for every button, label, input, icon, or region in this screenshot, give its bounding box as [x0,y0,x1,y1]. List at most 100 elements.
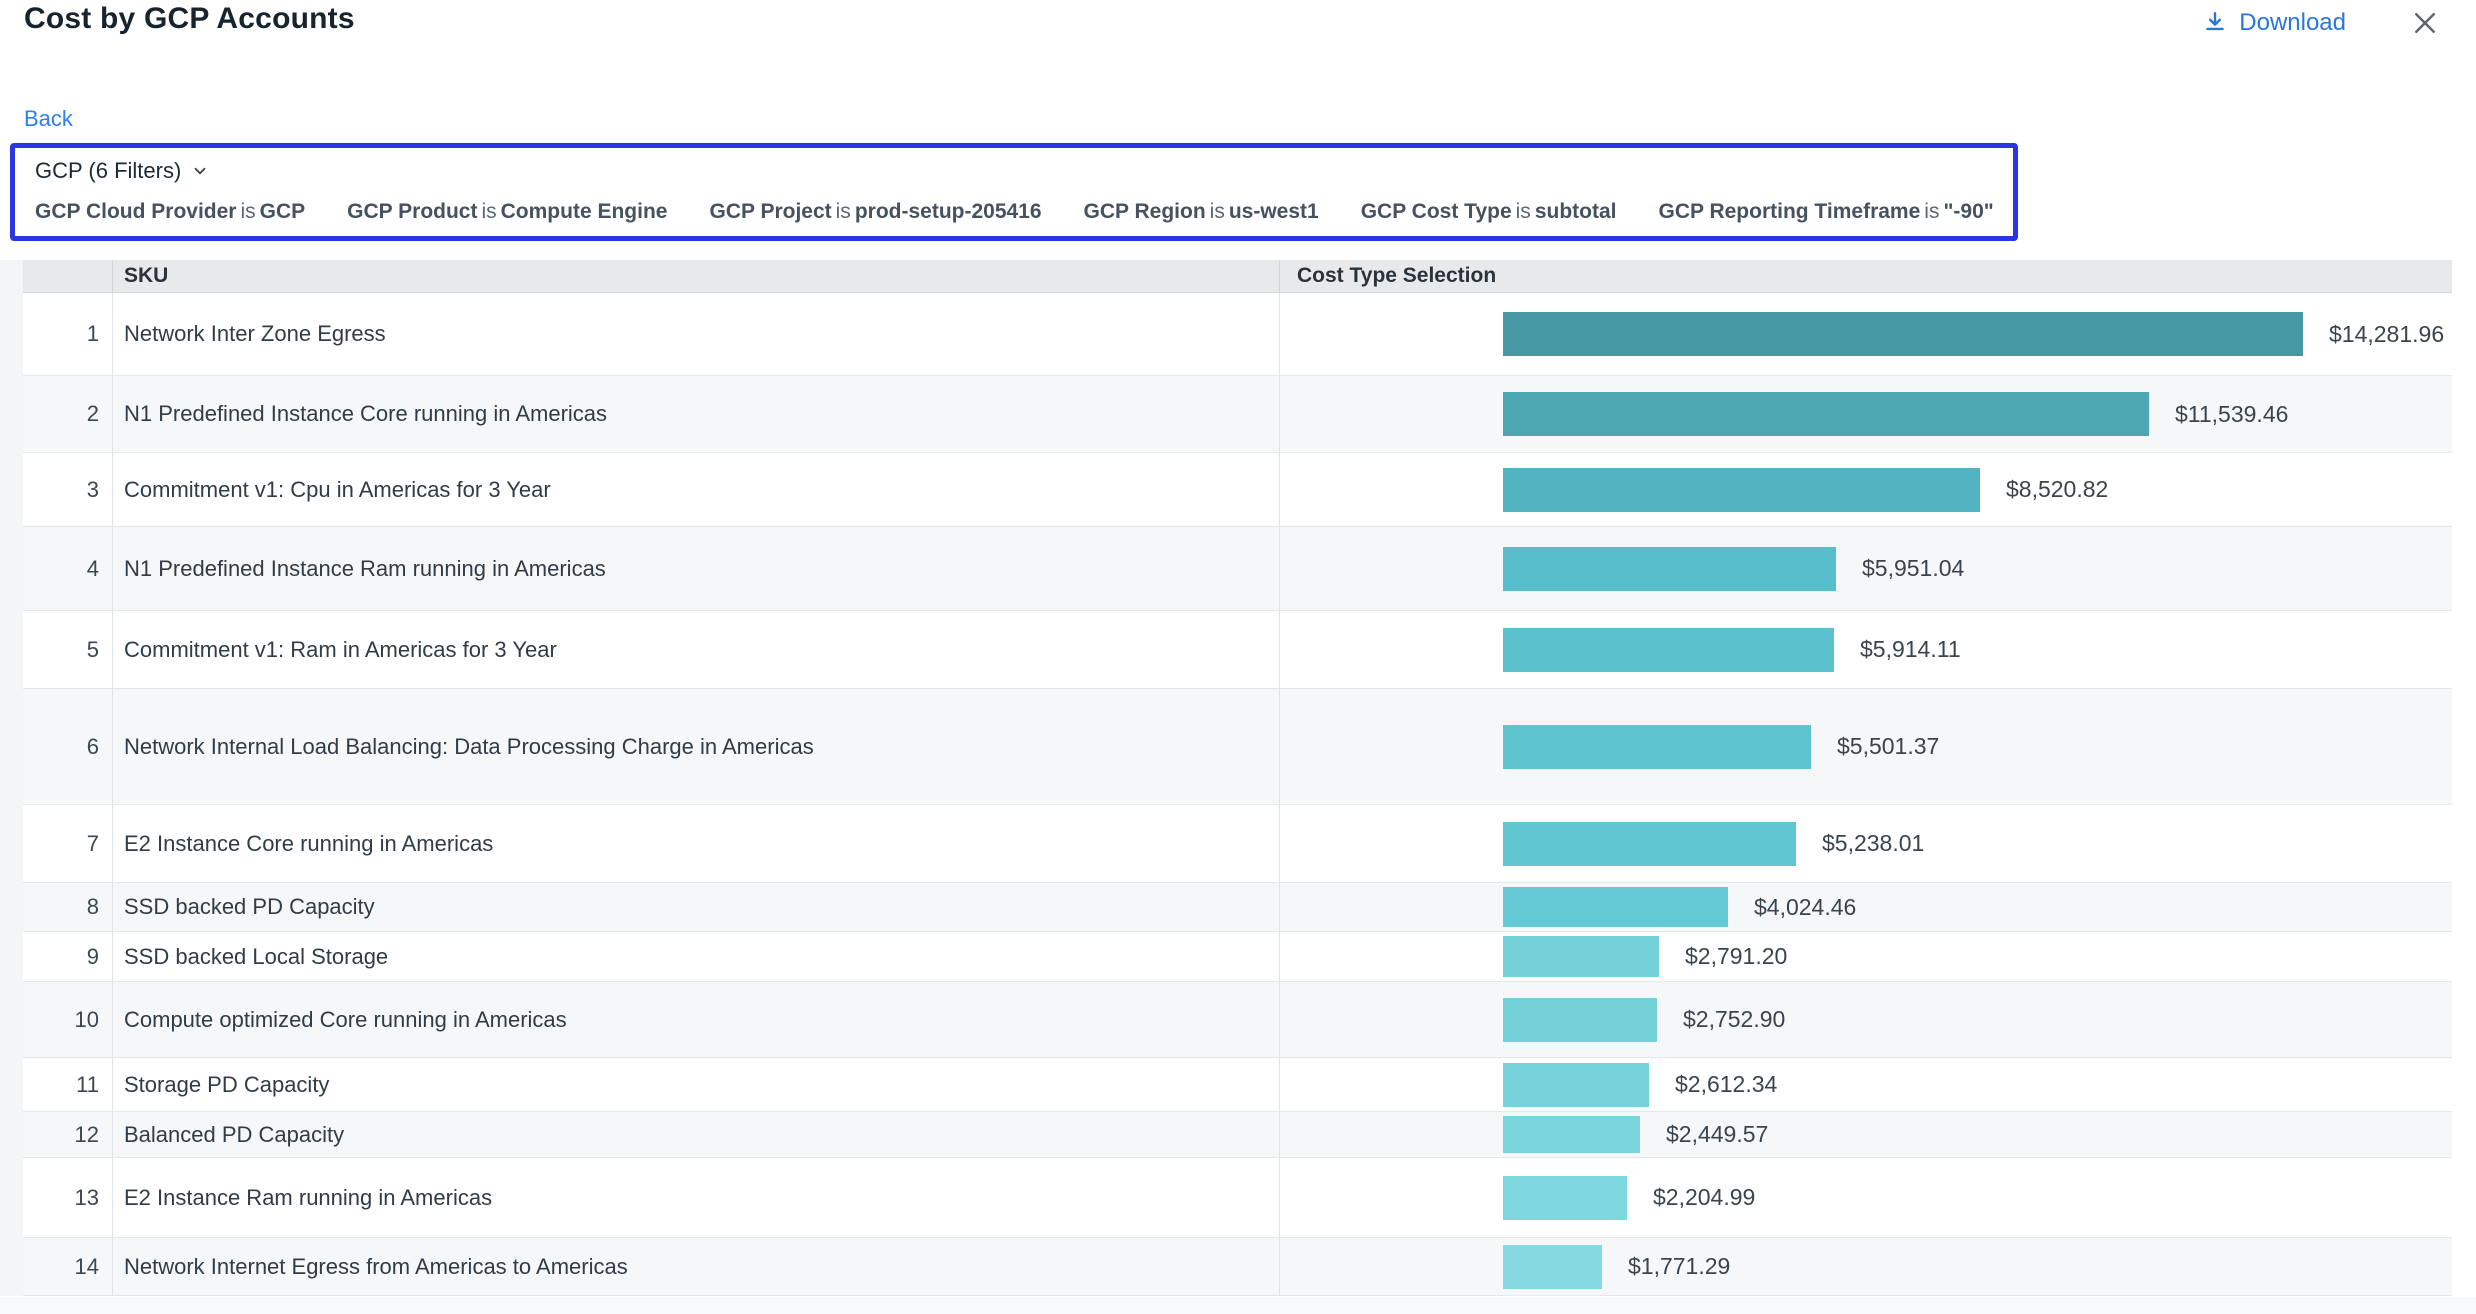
row-sku-label: E2 Instance Ram running in Americas [112,1158,1279,1237]
row-sku-label: SSD backed Local Storage [112,932,1279,981]
filter-value: subtotal [1535,200,1617,223]
table-row[interactable]: 14 Network Internet Egress from Americas… [23,1238,2452,1296]
filters-summary-label: GCP (6 Filters) [35,158,181,184]
cost-bar[interactable] [1503,822,1796,866]
filter-value: prod-setup-205416 [855,200,1042,223]
cost-bar[interactable] [1503,936,1659,977]
filter-chip[interactable]: GCP ProductisCompute Engine [347,200,667,224]
row-sku-label: Commitment v1: Cpu in Americas for 3 Yea… [112,453,1279,526]
cost-bar[interactable] [1503,628,1834,672]
row-cost-cell: $2,204.99 [1279,1158,2452,1237]
table-row[interactable]: 2 N1 Predefined Instance Core running in… [23,376,2452,453]
cost-value-label: $1,771.29 [1628,1253,1730,1280]
cost-bar[interactable] [1503,1116,1640,1153]
row-rank: 4 [23,527,112,610]
filter-chip[interactable]: GCP Cost Typeissubtotal [1361,200,1617,224]
close-button[interactable] [2408,6,2442,40]
filter-field: GCP Region [1084,200,1206,223]
filter-field: GCP Cloud Provider [35,200,236,223]
cost-bar[interactable] [1503,1245,1602,1289]
row-cost-cell: $5,238.01 [1279,805,2452,882]
table-row[interactable]: 12 Balanced PD Capacity $2,449.57 [23,1112,2452,1158]
row-cost-cell: $4,024.46 [1279,883,2452,931]
row-sku-label: Network Internal Load Balancing: Data Pr… [112,689,1279,804]
filter-field: GCP Project [709,200,831,223]
table-row[interactable]: 7 E2 Instance Core running in Americas $… [23,805,2452,883]
row-rank: 10 [23,982,112,1057]
row-sku-label: Compute optimized Core running in Americ… [112,982,1279,1057]
row-rank: 2 [23,376,112,452]
row-rank: 5 [23,611,112,688]
cost-value-label: $11,539.46 [2175,401,2288,428]
row-cost-cell: $2,449.57 [1279,1112,2452,1157]
cost-value-label: $5,238.01 [1822,830,1924,857]
row-rank: 14 [23,1238,112,1295]
filters-summary-dropdown[interactable]: GCP (6 Filters) [35,158,209,184]
cost-value-label: $14,281.96 [2329,321,2444,348]
filter-field: GCP Cost Type [1361,200,1512,223]
table-row[interactable]: 3 Commitment v1: Cpu in Americas for 3 Y… [23,453,2452,527]
table-row[interactable]: 4 N1 Predefined Instance Ram running in … [23,527,2452,611]
row-cost-cell: $2,752.90 [1279,982,2452,1057]
row-rank: 9 [23,932,112,981]
filter-chips: GCP Cloud ProviderisGCP GCP ProductisCom… [35,200,1995,224]
left-gutter [0,260,23,1296]
cost-bar[interactable] [1503,547,1836,591]
filter-chip[interactable]: GCP Projectisprod-setup-205416 [709,200,1041,224]
cost-bar[interactable] [1503,725,1811,769]
row-rank: 7 [23,805,112,882]
filter-value: GCP [260,200,306,223]
row-cost-cell: $11,539.46 [1279,376,2452,452]
table-row[interactable]: 10 Compute optimized Core running in Ame… [23,982,2452,1058]
row-sku-label: Balanced PD Capacity [112,1112,1279,1157]
filter-chip[interactable]: GCP Cloud ProviderisGCP [35,200,305,224]
filter-operator: is [477,200,500,223]
row-rank: 8 [23,883,112,931]
row-cost-cell: $2,612.34 [1279,1058,2452,1111]
cost-bar[interactable] [1503,1176,1627,1220]
row-sku-label: E2 Instance Core running in Americas [112,805,1279,882]
cost-bar[interactable] [1503,312,2303,356]
row-sku-label: Network Internet Egress from Americas to… [112,1238,1279,1295]
filter-operator: is [1920,200,1943,223]
filter-operator: is [1206,200,1229,223]
filter-chip[interactable]: GCP Regionisus-west1 [1084,200,1319,224]
table-row[interactable]: 11 Storage PD Capacity $2,612.34 [23,1058,2452,1112]
cost-value-label: $2,449.57 [1666,1121,1768,1148]
table-row[interactable]: 1 Network Inter Zone Egress $14,281.96 [23,293,2452,376]
filter-chip[interactable]: GCP Reporting Timeframeis"-90" [1658,200,1993,224]
back-link[interactable]: Back [24,106,73,132]
table-row[interactable]: 5 Commitment v1: Ram in Americas for 3 Y… [23,611,2452,689]
cost-bar[interactable] [1503,1063,1649,1107]
download-label: Download [2239,9,2346,37]
download-button[interactable]: Download [2202,9,2346,37]
download-icon [2202,10,2228,36]
row-sku-label: Storage PD Capacity [112,1058,1279,1111]
row-sku-label: Network Inter Zone Egress [112,293,1279,375]
row-cost-cell: $2,791.20 [1279,932,2452,981]
header-rank [23,260,112,292]
cost-table: SKU Cost Type Selection 1 Network Inter … [23,260,2452,1296]
cost-bar[interactable] [1503,998,1657,1042]
table-body: 1 Network Inter Zone Egress $14,281.96 2… [23,293,2452,1296]
table-row[interactable]: 13 E2 Instance Ram running in Americas $… [23,1158,2452,1238]
row-rank: 3 [23,453,112,526]
cost-value-label: $5,501.37 [1837,733,1939,760]
table-row[interactable]: 6 Network Internal Load Balancing: Data … [23,689,2452,805]
cost-value-label: $2,204.99 [1653,1184,1755,1211]
cost-bar[interactable] [1503,392,2149,436]
table-row[interactable]: 8 SSD backed PD Capacity $4,024.46 [23,883,2452,932]
row-cost-cell: $1,771.29 [1279,1238,2452,1295]
cost-bar[interactable] [1503,887,1728,927]
filter-operator: is [236,200,259,223]
row-cost-cell: $5,914.11 [1279,611,2452,688]
cost-value-label: $2,791.20 [1685,943,1787,970]
cost-value-label: $4,024.46 [1754,894,1856,921]
table-row[interactable]: 9 SSD backed Local Storage $2,791.20 [23,932,2452,982]
cost-bar[interactable] [1503,468,1980,512]
row-rank: 12 [23,1112,112,1157]
row-cost-cell: $5,501.37 [1279,689,2452,804]
row-rank: 1 [23,293,112,375]
table-header-row: SKU Cost Type Selection [23,260,2452,293]
page-title: Cost by GCP Accounts [24,2,355,36]
